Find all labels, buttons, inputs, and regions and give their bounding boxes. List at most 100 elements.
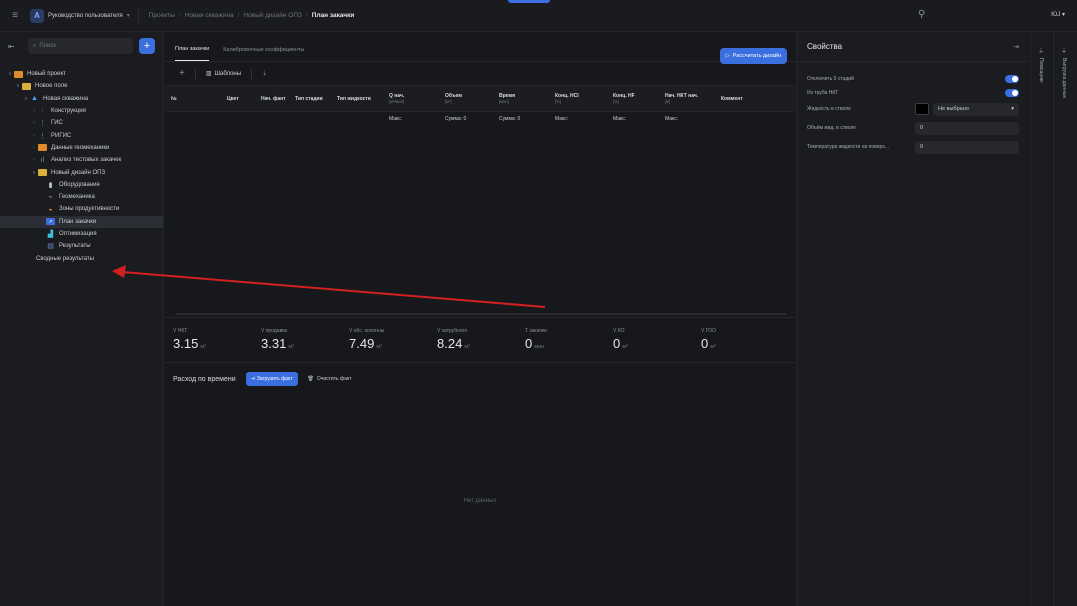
tree-item-design[interactable]: ∨ Новый дизайн ОПЗ: [0, 166, 163, 178]
stat-unit: мин: [534, 344, 545, 350]
project-tree: ∨ Новый проект ∨ Новое поле ∨ ▲ Новая ск…: [0, 68, 163, 265]
tree-item-gis[interactable]: › ⋮ ГИС: [0, 117, 163, 129]
col-volume[interactable]: Объем [м³]: [445, 93, 499, 105]
load-fact-button[interactable]: ⇥ Загрузить факт: [245, 372, 298, 386]
tree-item-summary[interactable]: Сводные результаты: [0, 252, 163, 264]
stat-label: V ГОО: [701, 328, 716, 334]
geomech-folder-icon: [38, 144, 47, 152]
chevron-right-icon: ›: [33, 120, 35, 127]
search-input[interactable]: ⌕ Поиск: [28, 38, 133, 54]
breadcrumb-well[interactable]: Новая скважина: [185, 12, 234, 19]
design-icon: [38, 169, 47, 177]
col-hf[interactable]: Конц. HF [%]: [613, 93, 665, 105]
project-icon: [14, 70, 23, 78]
tree-item-field[interactable]: ∨ Новое поле: [0, 80, 163, 92]
horizontal-scrollbar[interactable]: [175, 313, 787, 315]
col-q-start[interactable]: Q нач. [м³/мин]: [389, 93, 445, 105]
chevron-down-icon: ∨: [32, 169, 36, 176]
tree-item-project[interactable]: ∨ Новый проект: [0, 68, 163, 80]
col-color[interactable]: Цвет: [227, 96, 261, 102]
tab-plan[interactable]: План закачки: [175, 46, 210, 61]
upload-icon: ⇥: [250, 376, 255, 382]
tab-bar: План закачки Калибровочные коэффициенты …: [165, 32, 795, 64]
col-hcl[interactable]: Конц. HCl [%]: [555, 93, 613, 105]
search-placeholder: Поиск: [39, 43, 57, 49]
temperature-input[interactable]: 0: [915, 140, 1019, 154]
add-row-icon[interactable]: +: [179, 68, 185, 79]
tree-item-label: Новый проект: [27, 71, 66, 78]
tree-item-label: Новая скважина: [43, 95, 89, 102]
chevron-down-icon: ∨: [8, 71, 12, 78]
construction-icon: ⫶: [41, 107, 44, 115]
temperature-row: Температура жидкости на поверх... 0: [797, 139, 1029, 155]
col-fluid-type[interactable]: Тип жидкости: [337, 96, 389, 102]
data-export-rail[interactable]: ⏚ Выгрузка данных: [1053, 32, 1077, 606]
tree-item-plan[interactable]: ↗ План закачки: [0, 215, 163, 228]
tree-item-equipment[interactable]: ▮ Оборудование: [0, 179, 163, 191]
assistant-rail[interactable]: ⏚ Помощник: [1030, 32, 1052, 606]
tree-item-test-analysis[interactable]: › ıl Анализ тестовых закачек: [0, 154, 163, 166]
stat-unit: м³: [376, 344, 382, 350]
user-guide-button[interactable]: A Руководство пользователя ▾: [30, 7, 139, 24]
collapse-panel-icon[interactable]: ⇥: [1013, 43, 1019, 51]
fluid-label: Жидкость в стволе: [807, 106, 851, 112]
tree-item-rigis[interactable]: › ⋮ РИГИС: [0, 129, 163, 141]
breadcrumb-design[interactable]: Новый дизайн ОПЗ: [243, 12, 302, 19]
notification-icon[interactable]: ⚲: [918, 9, 925, 20]
tree-item-results[interactable]: ▤ Результаты: [0, 240, 163, 252]
filter-icon: ⏚: [1061, 49, 1068, 55]
col-time[interactable]: Время [мин]: [499, 93, 555, 105]
col-unit: [%]: [613, 98, 620, 104]
toggle-label: Из труба НКТ: [807, 89, 839, 96]
project-sidebar: ⇤ ⌕ Поиск + ∨ Новый проект ∨ Новое поле …: [0, 32, 164, 606]
properties-panel: Свойства ⇥ Отключить 0 стадий Из труба Н…: [796, 32, 1029, 606]
col-number[interactable]: №: [171, 96, 227, 102]
sort-icon[interactable]: ⇣: [262, 70, 267, 77]
col-nkt-start[interactable]: Нач. НКТ нач. [м]: [665, 93, 721, 105]
add-button[interactable]: +: [139, 38, 155, 54]
tree-item-label: Данные геомеханики: [51, 144, 110, 151]
col-start-fact[interactable]: Нач. фант: [261, 96, 295, 102]
tree-item-geomech-data[interactable]: › Данные геомеханики: [0, 142, 163, 154]
menu-icon[interactable]: ≡: [0, 10, 30, 21]
breadcrumb-projects[interactable]: Проекты: [149, 12, 175, 19]
stat-label: V обс. колонны: [349, 328, 385, 334]
col-comment[interactable]: Коммент: [721, 96, 751, 102]
user-menu[interactable]: ЮJ ▾: [1051, 11, 1065, 18]
fluid-select[interactable]: Не выбрано ▾: [933, 102, 1019, 116]
clear-fact-button[interactable]: 🗑 Очистить факт: [308, 376, 352, 382]
table-body: [165, 126, 795, 317]
calculate-design-button[interactable]: ▷ Рассчитать дизайн: [719, 48, 787, 64]
volume-input[interactable]: 0: [915, 121, 1019, 135]
data-export-label: Выгрузка данных: [1061, 58, 1067, 99]
col-stage-type[interactable]: Тип стадии: [295, 96, 337, 102]
fluid-color-swatch[interactable]: [915, 103, 929, 115]
stat-unit: м³: [200, 344, 206, 350]
chevron-right-icon: ›: [33, 132, 35, 139]
summary-cell: Макс:: [665, 116, 679, 122]
tree-item-geomechanics[interactable]: ⌁ Геомеханика: [0, 191, 163, 203]
play-icon: ▷: [725, 53, 730, 59]
tree-item-construction[interactable]: › ⫶ Конструкция: [0, 105, 163, 117]
summary-cell: Сумма: 0: [445, 116, 467, 122]
chevron-right-icon: ›: [33, 144, 35, 151]
col-label: Тип стадии: [295, 95, 323, 102]
collapse-sidebar-icon[interactable]: ⇤: [8, 42, 22, 51]
search-icon: ⌕: [33, 42, 37, 49]
tree-item-optimization[interactable]: ▟ Оптимизация: [0, 228, 163, 240]
stat-v-flush: V продавки 3.31 м³: [261, 328, 349, 351]
tab-calibration[interactable]: Калибровочные коэффициенты: [223, 47, 304, 61]
templates-button[interactable]: ▥ Шаблоны: [206, 70, 241, 78]
geomechanics-icon: ⌁: [48, 194, 53, 202]
user-guide-label: Руководство пользователя: [48, 12, 123, 19]
toggle-label: Отключить 0 стадий: [807, 75, 854, 82]
from-nkt-toggle[interactable]: [1005, 88, 1019, 97]
disable-stages-toggle[interactable]: [1005, 74, 1019, 83]
results-icon: ▤: [47, 243, 54, 251]
col-label: Коммент: [721, 95, 743, 102]
tree-item-well[interactable]: ∨ ▲ Новая скважина: [0, 93, 163, 105]
load-fact-label: Загрузить факт: [256, 376, 293, 382]
toggle-row-from-nkt: Из труба НКТ: [797, 87, 1029, 98]
col-unit: [м³/мин]: [389, 98, 405, 104]
tree-item-zones[interactable]: ◒ Зоны продуктивности: [0, 203, 163, 215]
